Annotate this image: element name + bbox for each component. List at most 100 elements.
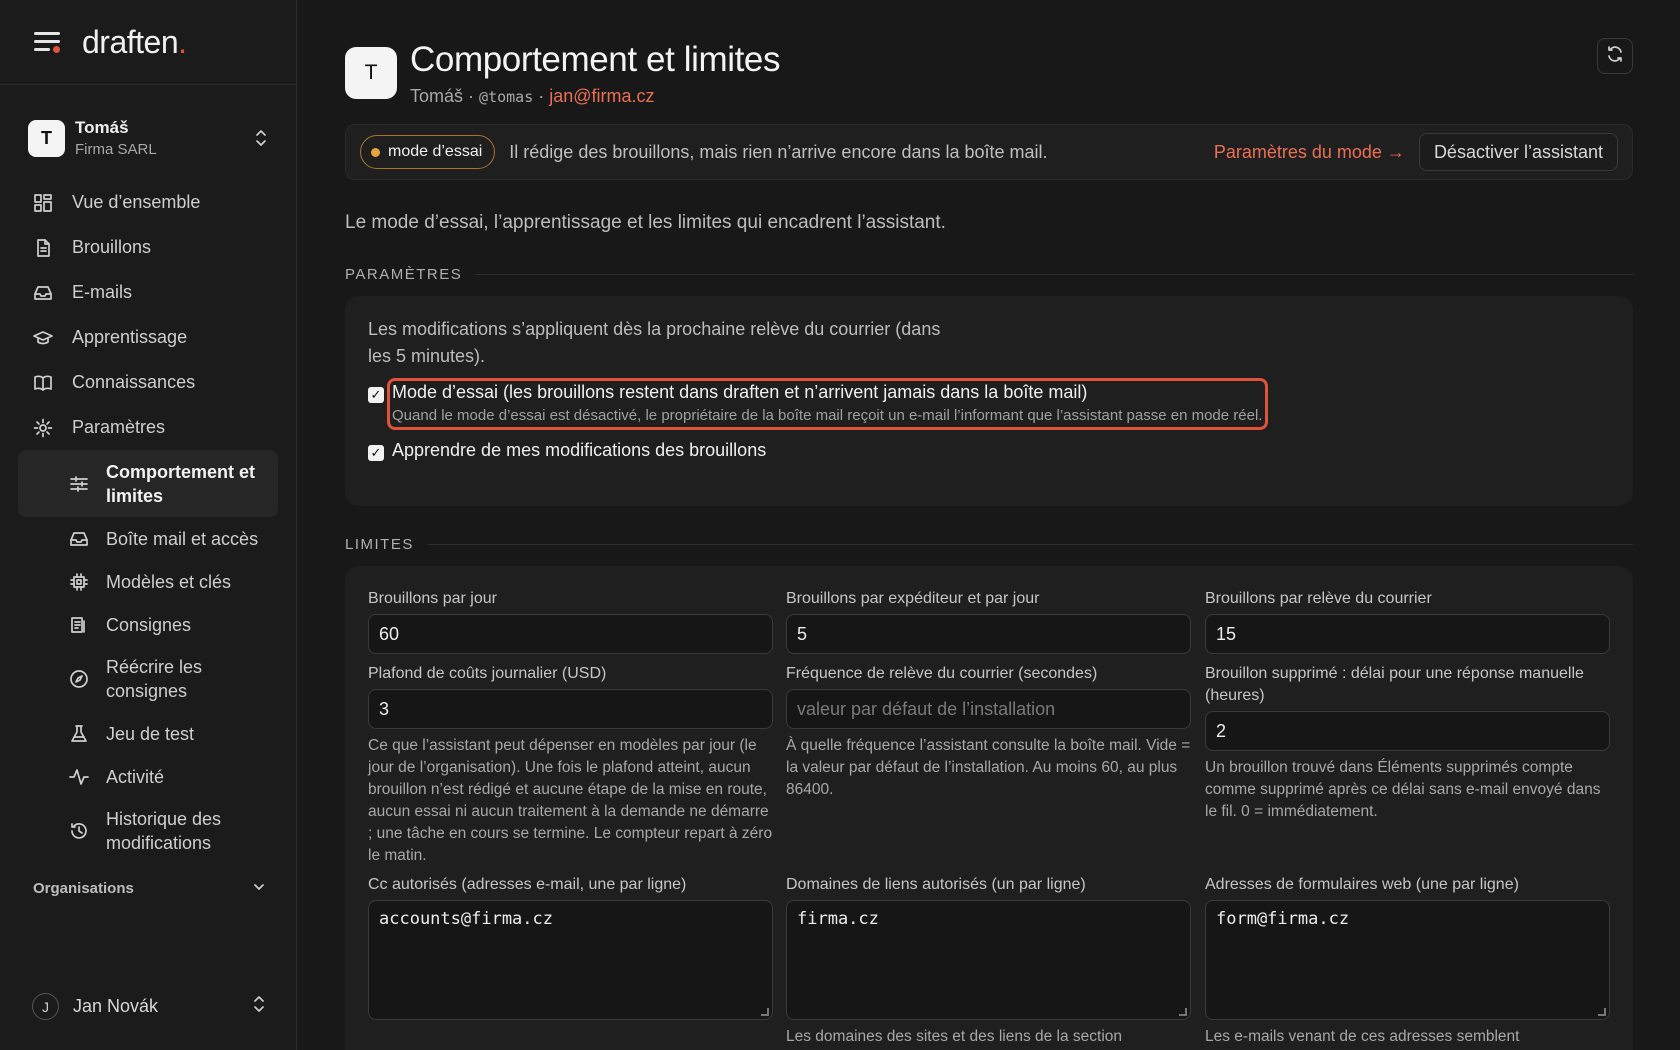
chevron-down-icon	[252, 880, 266, 898]
mode-settings-link[interactable]: Paramètres du mode →	[1214, 142, 1405, 163]
nav-label: Paramètres	[72, 417, 166, 437]
flask-icon	[68, 723, 90, 745]
nav-item-overview[interactable]: Vue d’ensemble	[18, 180, 278, 225]
list-icon	[68, 614, 90, 636]
trial-mode-help: Quand le mode d’essai est désactivé, le …	[392, 407, 1263, 424]
chip-icon	[68, 571, 90, 593]
web-forms-textarea[interactable]: form@firma.cz	[1205, 900, 1610, 1020]
nav-item-settings[interactable]: Paramètres	[18, 405, 278, 450]
field-help: Les e-mails venant de ces adresses sembl…	[1205, 1028, 1520, 1045]
organisations-toggle[interactable]: Organisations	[33, 880, 266, 898]
nav-item-emails[interactable]: E-mails	[18, 270, 278, 315]
refresh-icon	[1606, 45, 1624, 68]
refresh-button[interactable]	[1597, 38, 1633, 74]
subnav-item-activity[interactable]: Activité	[56, 755, 278, 798]
deleted-delay-input[interactable]: 2	[1205, 711, 1610, 751]
drafts-per-day-input[interactable]: 60	[368, 614, 773, 654]
cc-allowed-textarea[interactable]: accounts@firma.cz	[368, 900, 773, 1020]
resize-grip-icon[interactable]	[1179, 1008, 1187, 1016]
mode-banner: mode d’essai Il rédige des brouillons, m…	[345, 124, 1633, 180]
subnav-label: Activité	[106, 766, 165, 787]
subnav-item-models-keys[interactable]: Modèles et clés	[56, 560, 278, 603]
field-label: Brouillons par relève du courrier	[1205, 590, 1432, 607]
owner-name: Tomáš	[410, 86, 464, 106]
field-label: Adresses de formulaires web (une par lig…	[1205, 876, 1519, 893]
history-icon	[68, 820, 90, 842]
trial-mode-checkbox[interactable]: ✓	[368, 387, 384, 403]
subnav-item-behavior-limits[interactable]: Comportement et limites	[18, 450, 278, 517]
chevron-updown-icon	[252, 994, 266, 1019]
compass-icon	[68, 668, 90, 690]
workspace-avatar: T	[28, 119, 65, 157]
subnav-label: Modèles et clés	[106, 571, 232, 592]
nav-item-learning[interactable]: Apprentissage	[18, 315, 278, 360]
resize-grip-icon[interactable]	[1598, 1008, 1606, 1016]
page-intro: Le mode d’essai, l’apprentissage et les …	[345, 212, 946, 233]
subnav-label: Boîte mail et accès	[106, 528, 259, 549]
cc-allowed-field: Cc autorisés (adresses e-mail, une par l…	[368, 874, 773, 1020]
learn-checkbox[interactable]: ✓	[368, 445, 384, 461]
drafts-per-fetch-input[interactable]: 15	[1205, 614, 1610, 654]
banner-message: Il rédige des brouillons, mais rien n’ar…	[509, 141, 1048, 162]
field-help: Les domaines des sites et des liens de l…	[786, 1028, 1123, 1045]
field-label: Cc autorisés (adresses e-mail, une par l…	[368, 876, 687, 893]
trial-mode-label[interactable]: Mode d’essai (les brouillons restent dan…	[392, 382, 1262, 403]
subnav-item-test-set[interactable]: Jeu de test	[56, 712, 278, 755]
disable-assistant-button[interactable]: Désactiver l’assistant	[1418, 133, 1618, 171]
nav-label: Vue d’ensemble	[72, 192, 201, 212]
limits-card: Brouillons par jour 60 Brouillons par ex…	[345, 566, 1633, 1050]
trial-mode-highlight: Mode d’essai (les brouillons restent dan…	[387, 378, 1269, 430]
section-settings-header: PARAMÈTRES	[345, 266, 1633, 283]
sidebar: draften. T Tomáš Firma SARL Vue d’ensemb…	[0, 0, 297, 1050]
nav-item-knowledge[interactable]: Connaissances	[18, 360, 278, 405]
link-domains-field: Domaines de liens autorisés (un par lign…	[786, 874, 1191, 1048]
deleted-delay-field: Brouillon supprimé : délai pour une répo…	[1205, 663, 1610, 823]
daily-cost-input[interactable]: 3	[368, 689, 773, 729]
link-domains-textarea[interactable]: firma.cz	[786, 900, 1191, 1020]
field-label: Fréquence de relève du courrier (seconde…	[786, 665, 1098, 682]
gear-icon	[32, 417, 54, 439]
page-meta: Tomáš · @tomas · jan@firma.cz	[410, 86, 655, 106]
activity-icon	[68, 766, 90, 788]
subnav-item-rewrite-instructions[interactable]: Réécrire les consignes	[56, 646, 278, 712]
user-name: Jan Novák	[73, 996, 159, 1016]
fetch-frequency-input[interactable]: valeur par défaut de l’installation	[786, 689, 1191, 729]
field-help: Ce que l’assistant peut dépenser en modè…	[368, 737, 773, 864]
workspace-switcher[interactable]: T Tomáš Firma SARL	[28, 116, 268, 160]
graduation-cap-icon	[32, 327, 54, 349]
subnav-label: Jeu de test	[106, 723, 195, 744]
settings-note: Les modifications s’appliquent dès la pr…	[368, 319, 941, 366]
subnav-label: Consignes	[106, 614, 192, 635]
fetch-frequency-field: Fréquence de relève du courrier (seconde…	[786, 663, 1191, 801]
daily-cost-field: Plafond de coûts journalier (USD) 3 Ce q…	[368, 663, 773, 867]
learn-label[interactable]: Apprendre de mes modifications des broui…	[392, 440, 766, 461]
user-menu[interactable]: J Jan Novák	[32, 993, 266, 1020]
chevron-updown-icon	[254, 128, 268, 148]
page-avatar: T	[345, 47, 397, 99]
subnav-item-mailbox-access[interactable]: Boîte mail et accès	[56, 517, 278, 560]
owner-email-link[interactable]: jan@firma.cz	[549, 86, 654, 106]
inbox-icon	[32, 282, 54, 304]
section-limits-header: LIMITES	[345, 536, 1633, 553]
sliders-icon	[68, 473, 90, 495]
subnav-item-change-history[interactable]: Historique des modifications	[56, 798, 278, 864]
trial-mode-row: ✓ Mode d’essai (les brouillons restent d…	[368, 378, 1610, 430]
resize-grip-icon[interactable]	[761, 1008, 769, 1016]
settings-subnav: Comportement et limites Boîte mail et ac…	[18, 450, 278, 864]
field-help: Un brouillon trouvé dans Éléments suppri…	[1205, 759, 1601, 820]
page-title: Comportement et limites	[410, 40, 781, 79]
nav-label: Connaissances	[72, 372, 196, 392]
field-label: Brouillons par expéditeur et par jour	[786, 590, 1040, 607]
learn-row: ✓ Apprendre de mes modifications des bro…	[368, 440, 1610, 461]
field-label: Brouillons par jour	[368, 590, 497, 607]
organisations-label: Organisations	[33, 880, 134, 897]
nav-label: E-mails	[72, 282, 133, 302]
field-help: À quelle fréquence l’assistant consulte …	[786, 737, 1191, 798]
drafts-per-sender-input[interactable]: 5	[786, 614, 1191, 654]
nav-item-drafts[interactable]: Brouillons	[18, 225, 278, 270]
logo[interactable]: draften.	[82, 24, 187, 61]
subnav-item-instructions[interactable]: Consignes	[56, 603, 278, 646]
menu-icon[interactable]	[32, 30, 62, 54]
nav-label: Brouillons	[72, 237, 152, 257]
page-header: T Comportement et limites Tomáš · @tomas…	[345, 40, 780, 107]
